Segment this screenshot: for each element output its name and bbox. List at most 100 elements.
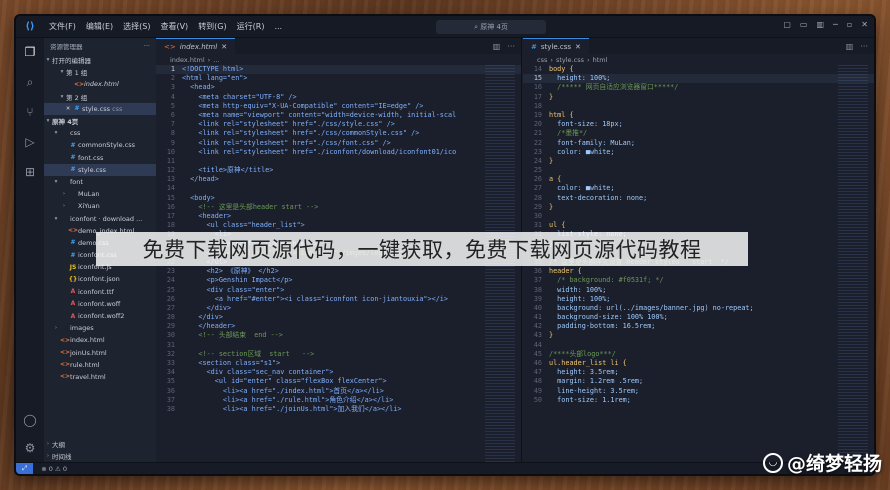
code-line[interactable]: 29} bbox=[523, 203, 874, 212]
open-editors-section[interactable]: ▾ 打开的编辑器 bbox=[44, 54, 156, 66]
tree-item[interactable]: <> index.html bbox=[44, 334, 156, 346]
code-line[interactable]: 47 height: 3.5rem; bbox=[523, 368, 874, 377]
code-line[interactable]: 17} bbox=[523, 93, 874, 102]
code-line[interactable]: 31 bbox=[156, 341, 521, 350]
run-debug-icon[interactable]: ▷ bbox=[22, 134, 38, 150]
code-line[interactable]: 38 <li><a href="./joinUs.html">加入我们</a><… bbox=[156, 405, 521, 414]
code-line[interactable]: 23 color: ■white; bbox=[523, 148, 874, 157]
open-editor-index-html[interactable]: <> index.html bbox=[44, 78, 156, 90]
code-line[interactable]: 49 line-height: 3.5rem; bbox=[523, 387, 874, 396]
search-icon[interactable]: ⌕ bbox=[22, 74, 38, 90]
toggle-sidebar-icon[interactable]: ▢ bbox=[783, 20, 791, 29]
code-line[interactable]: 31 ul { bbox=[523, 221, 874, 230]
code-line[interactable]: 42 padding-bottom: 16.5rem; bbox=[523, 322, 874, 331]
menu-selection[interactable]: 选择(S) bbox=[118, 21, 155, 32]
code-line[interactable]: 28 </div> bbox=[156, 313, 521, 322]
code-line[interactable]: 11 bbox=[156, 157, 521, 166]
code-line[interactable]: 38 width: 100%; bbox=[523, 286, 874, 295]
source-control-icon[interactable]: ⑂ bbox=[22, 104, 38, 120]
code-line[interactable]: 36 header { bbox=[523, 267, 874, 276]
toggle-panel-icon[interactable]: ▭ bbox=[800, 20, 808, 29]
code-line[interactable]: 13 </head> bbox=[156, 175, 521, 184]
code-line[interactable]: 41 background-size: 100% 100%; bbox=[523, 313, 874, 322]
more-actions-icon[interactable]: ··· bbox=[507, 42, 515, 51]
close-icon[interactable]: ✕ bbox=[64, 106, 72, 112]
minimize-icon[interactable]: ─ bbox=[833, 20, 838, 29]
code-line[interactable]: 5 <meta http-equiv="X-UA-Compatible" con… bbox=[156, 102, 521, 111]
code-line[interactable]: 16 <!-- 这里是头部header start --> bbox=[156, 203, 521, 212]
code-line[interactable]: 43} bbox=[523, 331, 874, 340]
code-line[interactable]: 26 <a href="#enter"><i class="iconfont i… bbox=[156, 295, 521, 304]
code-line[interactable]: 24 <p>Genshin Impact</p> bbox=[156, 276, 521, 285]
tree-item[interactable]: › XiYuan bbox=[44, 200, 156, 212]
account-icon[interactable]: ◯ bbox=[22, 412, 38, 428]
code-line[interactable]: 28 text-decoration: none; bbox=[523, 194, 874, 203]
code-line[interactable]: 33 <section class="s1"> bbox=[156, 359, 521, 368]
code-line[interactable]: 27 color: ■white; bbox=[523, 184, 874, 193]
code-line[interactable]: 1 <!DOCTYPE html> bbox=[156, 65, 521, 75]
close-icon[interactable]: ✕ bbox=[221, 43, 227, 51]
code-line[interactable]: 8 <link rel="stylesheet" href="./css/com… bbox=[156, 129, 521, 138]
close-window-icon[interactable]: ✕ bbox=[861, 20, 868, 29]
code-line[interactable]: 15 <body> bbox=[156, 194, 521, 203]
menu-run[interactable]: 运行(R) bbox=[232, 21, 270, 32]
editor-group-2[interactable]: ▾ 第 2 组 bbox=[44, 91, 156, 103]
close-icon[interactable]: ✕ bbox=[575, 43, 581, 51]
tree-item[interactable]: <> travel.html bbox=[44, 371, 156, 383]
code-line[interactable]: 30 bbox=[523, 212, 874, 221]
breadcrumb-item[interactable]: style.css bbox=[556, 56, 584, 64]
code-line[interactable]: 10 <link rel="stylesheet" href="./iconfo… bbox=[156, 148, 521, 157]
code-line[interactable]: 48 margin: 1.2rem .5rem; bbox=[523, 377, 874, 386]
tree-item[interactable]: <> rule.html bbox=[44, 359, 156, 371]
layout-icon[interactable]: ▥ bbox=[816, 20, 824, 29]
tree-item[interactable]: ▾ css bbox=[44, 127, 156, 139]
breadcrumb-item[interactable]: css bbox=[537, 56, 547, 64]
menu-goto[interactable]: 转到(G) bbox=[193, 21, 231, 32]
code-line[interactable]: 3 <head> bbox=[156, 83, 521, 92]
extensions-icon[interactable]: ⊞ bbox=[22, 164, 38, 180]
code-line[interactable]: 32 <!-- section区域 start --> bbox=[156, 350, 521, 359]
settings-gear-icon[interactable]: ⚙ bbox=[22, 440, 38, 456]
code-line[interactable]: 30 <!-- 头部结束 end --> bbox=[156, 331, 521, 340]
code-line[interactable]: 16 /***** 网页自适应浏览器窗口*****/ bbox=[523, 83, 874, 92]
menu-more[interactable]: ... bbox=[269, 22, 287, 31]
code-line[interactable]: 29 </header> bbox=[156, 322, 521, 331]
code-line[interactable]: 12 <title>原神</title> bbox=[156, 166, 521, 175]
code-line[interactable]: 39 height: 100%; bbox=[523, 295, 874, 304]
code-line[interactable]: 36 <li><a href="./index.html">首页</a></li… bbox=[156, 387, 521, 396]
tab-index-html[interactable]: <> index.html ✕ bbox=[156, 38, 236, 54]
code-line[interactable]: 22 font-family: MuLan; bbox=[523, 139, 874, 148]
code-line[interactable]: 17 <header> bbox=[156, 212, 521, 221]
code-line[interactable]: 9 <link rel="stylesheet" href="./css/fon… bbox=[156, 139, 521, 148]
tab-style-css[interactable]: # style.css ✕ bbox=[523, 38, 589, 54]
explorer-icon[interactable]: ❐ bbox=[22, 44, 38, 60]
split-editor-icon[interactable]: ▥ bbox=[493, 42, 501, 51]
menu-edit[interactable]: 编辑(E) bbox=[81, 21, 118, 32]
minimap-right[interactable] bbox=[838, 65, 868, 462]
code-line[interactable]: 23 <h2> 《原神》 </h2> bbox=[156, 267, 521, 276]
tree-item[interactable]: Aiconfont.ttf bbox=[44, 286, 156, 298]
timeline-section[interactable]: › 时间线 bbox=[44, 450, 156, 462]
tree-item[interactable]: # style.css bbox=[44, 163, 156, 176]
breadcrumb-item[interactable]: ... bbox=[213, 56, 219, 64]
code-line[interactable]: 24} bbox=[523, 157, 874, 166]
remote-indicator-icon[interactable]: ⤢ bbox=[16, 462, 34, 474]
code-line[interactable]: 26 a { bbox=[523, 175, 874, 184]
code-line[interactable]: 15 height: 100%; bbox=[523, 74, 874, 84]
menu-file[interactable]: 文件(F) bbox=[44, 21, 81, 32]
open-editor-style-css[interactable]: ✕ # style.css css bbox=[44, 102, 156, 115]
more-actions-icon[interactable]: ··· bbox=[860, 42, 868, 51]
code-line[interactable]: 21 /*墨推*/ bbox=[523, 129, 874, 138]
tree-item[interactable]: › MuLan bbox=[44, 188, 156, 200]
code-line[interactable]: 6 <meta name="viewport" content="width=d… bbox=[156, 111, 521, 120]
code-line[interactable]: 18 bbox=[523, 102, 874, 111]
code-line[interactable]: 27 </div> bbox=[156, 304, 521, 313]
code-line[interactable]: 45 /****头部logo***/ bbox=[523, 350, 874, 359]
code-line[interactable]: 20 font-size: 18px; bbox=[523, 120, 874, 129]
tree-item[interactable]: ▾ iconfont · download ... bbox=[44, 212, 156, 224]
code-line[interactable]: 4 <meta charset="UTF-8" /> bbox=[156, 93, 521, 102]
code-line[interactable]: 40 background: url(../images/banner.jpg)… bbox=[523, 304, 874, 313]
tree-item[interactable]: <> joinUs.html bbox=[44, 347, 156, 359]
menu-view[interactable]: 查看(V) bbox=[155, 21, 193, 32]
code-line[interactable]: 37 /* background: #f0531f; */ bbox=[523, 276, 874, 285]
